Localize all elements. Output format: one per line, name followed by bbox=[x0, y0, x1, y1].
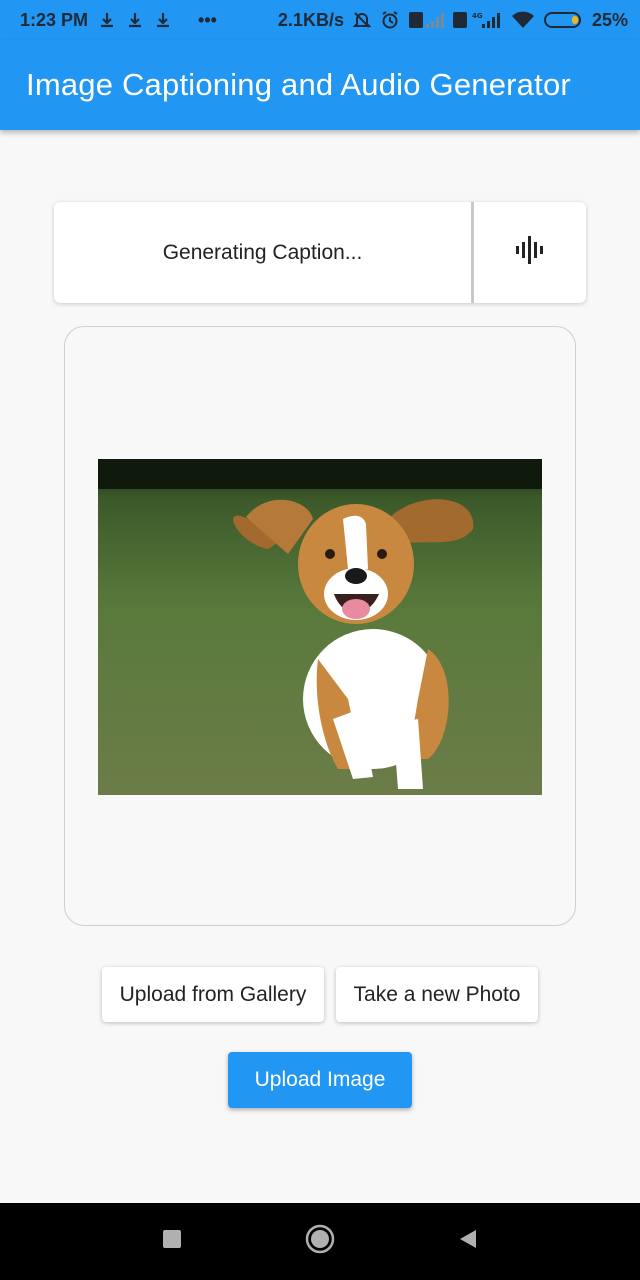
square-icon bbox=[162, 1229, 182, 1254]
play-audio-button[interactable] bbox=[474, 202, 586, 303]
selected-image bbox=[98, 459, 542, 795]
download-icon bbox=[98, 11, 116, 29]
caption-card: Generating Caption... bbox=[54, 202, 586, 303]
volte-signal-icon bbox=[408, 10, 444, 30]
volte-signal-icon: 4G bbox=[452, 10, 502, 30]
mute-bell-icon bbox=[352, 10, 372, 30]
download-icon bbox=[154, 11, 172, 29]
status-bar: 1:23 PM ••• 2.1KB/s 4G 25% bbox=[0, 0, 640, 40]
image-preview-frame bbox=[64, 326, 576, 926]
network-type-label: 4G bbox=[472, 12, 483, 20]
status-time: 1:23 PM bbox=[20, 9, 89, 30]
wifi-icon bbox=[510, 10, 536, 30]
recent-apps-button[interactable] bbox=[152, 1222, 192, 1262]
circle-icon bbox=[305, 1224, 335, 1259]
system-nav-bar bbox=[0, 1203, 640, 1280]
app-title: Image Captioning and Audio Generator bbox=[26, 67, 571, 102]
battery-percent: 25% bbox=[591, 9, 628, 30]
back-button[interactable] bbox=[448, 1222, 488, 1262]
triangle-back-icon bbox=[457, 1228, 479, 1255]
audio-wave-icon bbox=[513, 233, 547, 272]
upload-image-button[interactable]: Upload Image bbox=[228, 1052, 412, 1108]
home-button[interactable] bbox=[300, 1222, 340, 1262]
upload-from-gallery-button[interactable]: Upload from Gallery bbox=[102, 967, 324, 1022]
take-new-photo-button[interactable]: Take a new Photo bbox=[336, 967, 538, 1022]
app-bar: Image Captioning and Audio Generator bbox=[0, 40, 640, 130]
more-notifications-icon: ••• bbox=[198, 9, 217, 30]
caption-text: Generating Caption... bbox=[162, 240, 363, 264]
download-icon bbox=[126, 11, 144, 29]
alarm-icon bbox=[380, 10, 400, 30]
battery-icon bbox=[543, 10, 584, 30]
network-speed: 2.1KB/s bbox=[277, 9, 344, 30]
